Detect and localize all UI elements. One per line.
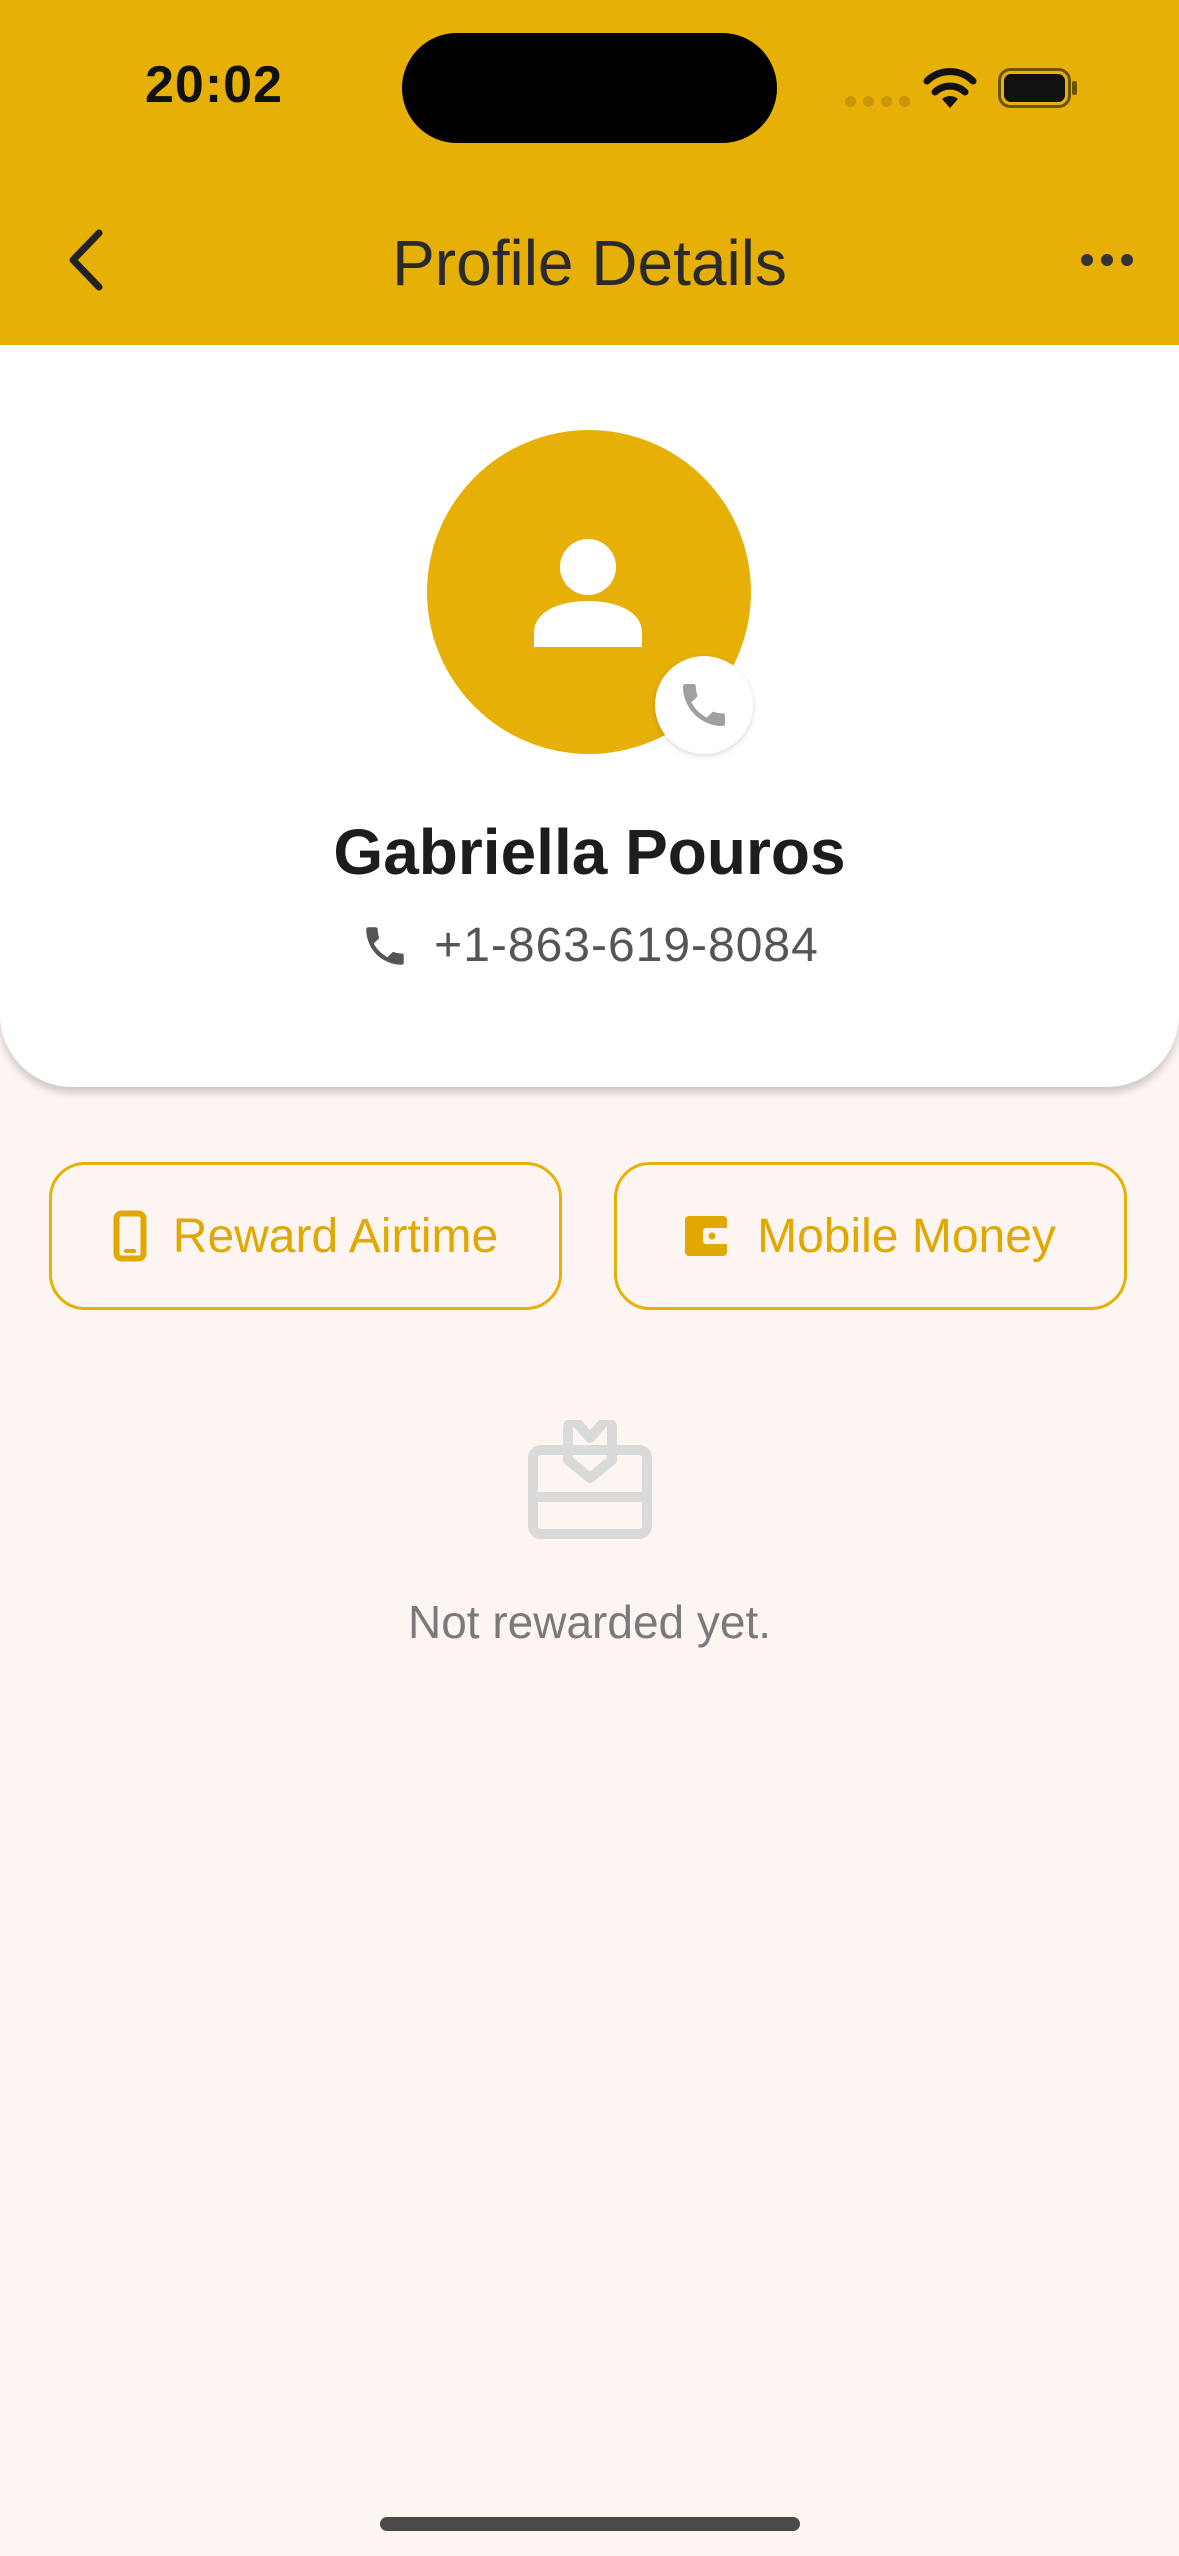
phone-number: +1-863-619-8084 bbox=[434, 919, 819, 972]
page-title: Profile Details bbox=[392, 227, 787, 299]
status-time: 20:02 bbox=[145, 56, 283, 114]
battery-icon bbox=[998, 68, 1077, 108]
ellipsis-icon bbox=[1081, 254, 1133, 266]
phone-icon bbox=[366, 926, 404, 965]
person-icon bbox=[534, 539, 642, 647]
profile-name: Gabriella Pouros bbox=[333, 816, 846, 888]
wifi-icon bbox=[923, 68, 977, 108]
app-header: 20:02 Profile Details bbox=[0, 0, 1179, 345]
reward-airtime-button[interactable]: Reward Airtime bbox=[49, 1162, 562, 1310]
gift-card-icon bbox=[528, 1420, 652, 1539]
cellular-signal-icon bbox=[845, 96, 910, 107]
phone-icon bbox=[683, 684, 725, 726]
dynamic-island bbox=[402, 33, 777, 143]
reward-airtime-label: Reward Airtime bbox=[172, 1209, 499, 1263]
empty-state-message: Not rewarded yet. bbox=[407, 1596, 772, 1648]
phone-row: +1-863-619-8084 bbox=[0, 918, 1179, 973]
more-options-button[interactable] bbox=[1070, 240, 1144, 280]
wallet-icon bbox=[685, 1216, 732, 1256]
call-button[interactable] bbox=[655, 656, 753, 754]
mobile-money-label: Mobile Money bbox=[757, 1209, 1056, 1263]
mobile-money-button[interactable]: Mobile Money bbox=[614, 1162, 1127, 1310]
home-indicator[interactable] bbox=[380, 2517, 800, 2531]
mobile-phone-icon bbox=[113, 1210, 147, 1262]
